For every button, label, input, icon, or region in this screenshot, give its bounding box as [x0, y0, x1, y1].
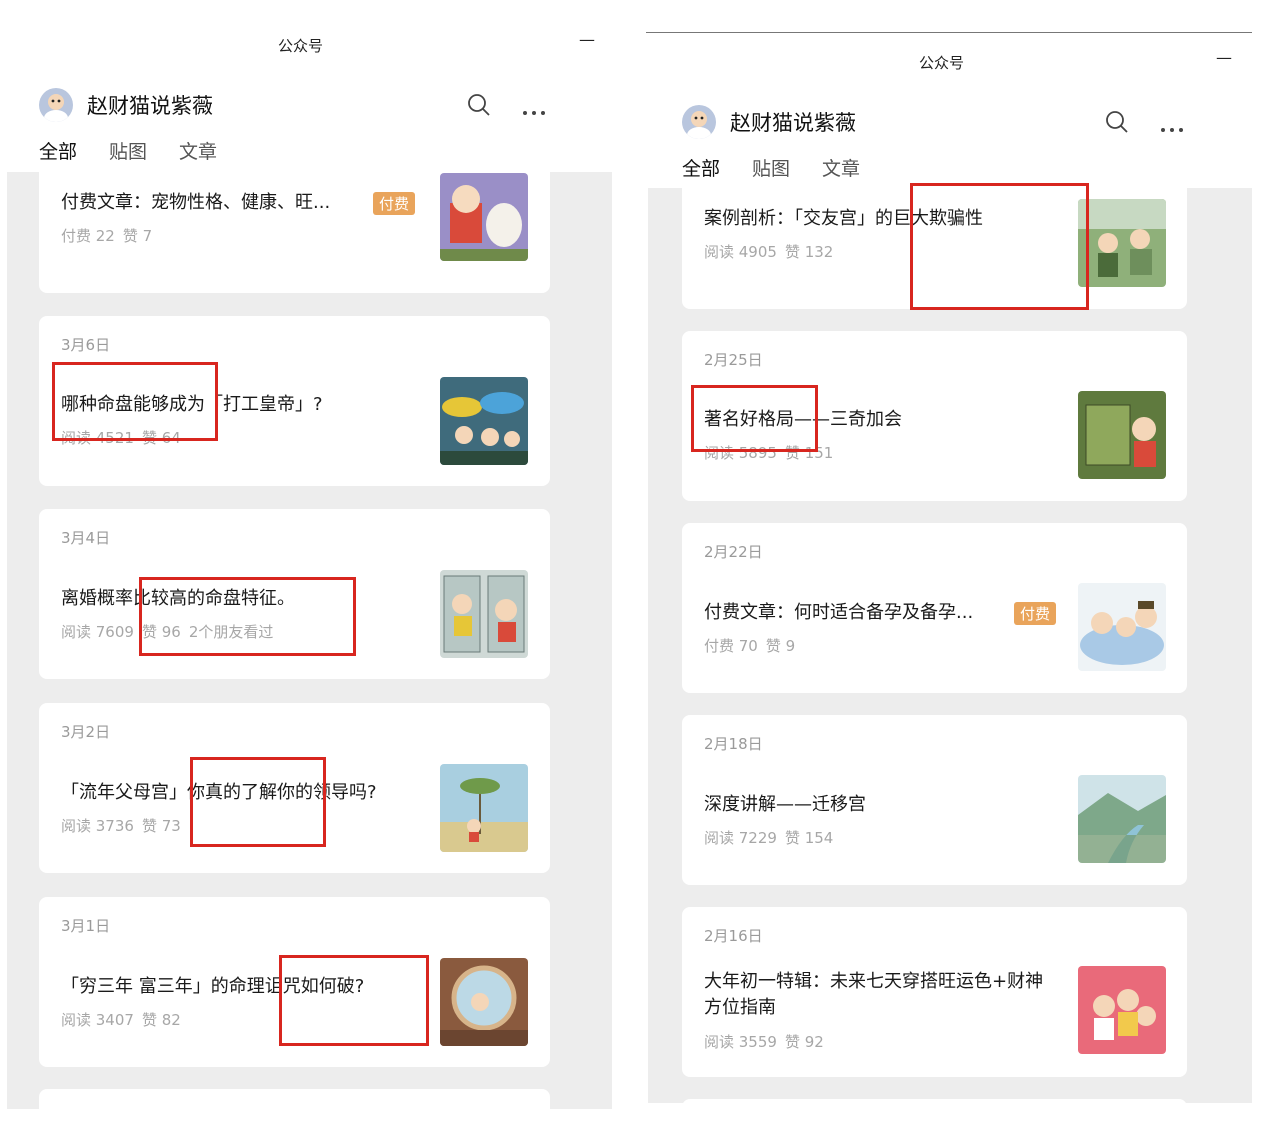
thumbnail-image: [1078, 775, 1166, 863]
article-title: 付费文章：何时适合备孕及备孕...: [704, 602, 974, 623]
thumbnail-image: [440, 958, 528, 1046]
article-card[interactable]: 2月18日 深度讲解——迁移宫 阅读 7229 赞 154: [682, 715, 1187, 885]
window-title: 公众号: [278, 37, 324, 55]
thumbnail-image: [440, 570, 528, 658]
like-count: 赞 154: [784, 829, 834, 847]
article-card[interactable]: 2月22日 付费文章：何时适合备孕及备孕... 付费 付费 70 赞 9: [682, 523, 1187, 693]
article-feed: 案例剖析：「交友宫」的巨大欺骗性 阅读 4905 赞 132 2月25日 著名好格…: [648, 178, 1252, 1121]
article-date: 3月4日: [61, 529, 111, 547]
like-count: 赞 92: [784, 1033, 824, 1051]
article-meta: 付费 22 赞 7: [61, 225, 160, 246]
more-icon[interactable]: [522, 101, 546, 120]
avatar[interactable]: [682, 105, 716, 139]
article-card[interactable]: 付费文章：宠物性格、健康、旺... 付费 付费 22 赞 7: [39, 162, 550, 293]
article-date: 2月25日: [704, 351, 763, 369]
tab-all[interactable]: 全部: [682, 154, 721, 193]
article-title: 大年初一特辑：未来七天穿搭旺运色+财神方位指南: [704, 971, 1044, 1018]
article-date: 2月22日: [704, 543, 763, 561]
like-count: 赞 9: [765, 637, 796, 655]
thumbnail-image: [1078, 199, 1166, 287]
tab-bar: 全部 贴图 文章: [39, 137, 249, 176]
like-count: 赞 132: [784, 243, 834, 261]
highlight-box: [139, 577, 356, 656]
background-window-strip: [646, 0, 1252, 36]
highlight-box: [910, 183, 1089, 310]
tab-images[interactable]: 贴图: [752, 154, 790, 181]
account-header: 赵财猫说紫薇: [682, 105, 856, 139]
minimize-button[interactable]: —: [1216, 48, 1232, 67]
article-meta: 付费 70 赞 9: [704, 635, 803, 656]
search-icon[interactable]: [1105, 110, 1129, 138]
thumbnail-image: [440, 173, 528, 261]
article-meta: 阅读 7229 赞 154: [704, 827, 841, 848]
tab-bar: 全部 贴图 文章: [682, 154, 892, 193]
article-date: 2月16日: [704, 927, 763, 945]
article-title: 付费文章：宠物性格、健康、旺...: [61, 192, 331, 213]
more-icon[interactable]: [1160, 118, 1184, 137]
article-card[interactable]: 2月16日 大年初一特辑：未来七天穿搭旺运色+财神方位指南 阅读 3559 赞 9…: [682, 907, 1187, 1077]
tab-all[interactable]: 全部: [39, 137, 78, 176]
tab-articles[interactable]: 文章: [822, 154, 860, 181]
highlight-box: [691, 385, 818, 452]
like-count: 赞 82: [141, 1011, 181, 1029]
account-name[interactable]: 赵财猫说紫薇: [730, 107, 856, 137]
avatar[interactable]: [39, 88, 73, 122]
left-window: 公众号 — 赵财猫说紫薇 全部 贴图 文章 付费文章：宠物性格、健康、旺... …: [0, 0, 612, 1121]
thumbnail-image: [1078, 966, 1166, 1054]
pay-count: 付费 70: [704, 637, 758, 655]
article-card[interactable]: [39, 1089, 550, 1121]
paid-badge: 付费: [373, 192, 416, 215]
pay-count: 付费 22: [61, 227, 115, 245]
tab-images[interactable]: 贴图: [109, 137, 147, 164]
read-count: 阅读 3407: [61, 1011, 134, 1029]
article-date: 3月1日: [61, 917, 111, 935]
article-meta: 阅读 3559 赞 92: [704, 1031, 832, 1052]
article-title: 深度讲解——迁移宫: [704, 794, 866, 815]
thumbnail-image: [1078, 583, 1166, 671]
account-name[interactable]: 赵财猫说紫薇: [87, 90, 213, 120]
window-title: 公众号: [919, 54, 965, 72]
highlight-box: [190, 757, 326, 847]
read-count: 阅读 3736: [61, 817, 134, 835]
article-meta: 阅读 3736 赞 73: [61, 815, 189, 836]
right-window: 公众号 — 赵财猫说紫薇 全部 贴图 文章 案例剖析：「交友宫」的巨大欺骗性 阅…: [646, 0, 1252, 1121]
article-date: 3月2日: [61, 723, 111, 741]
thumbnail-image: [440, 377, 528, 465]
minimize-button[interactable]: —: [579, 30, 595, 49]
highlight-box: [279, 955, 429, 1046]
article-meta: 阅读 3407 赞 82: [61, 1009, 189, 1030]
paid-badge: 付费: [1014, 602, 1057, 625]
article-meta: 阅读 4905 赞 132: [704, 241, 841, 262]
read-count: 阅读 4905: [704, 243, 777, 261]
read-count: 阅读 7229: [704, 829, 777, 847]
article-date: 3月6日: [61, 336, 111, 354]
read-count: 阅读 3559: [704, 1033, 777, 1051]
article-card[interactable]: [682, 1099, 1187, 1121]
tab-articles[interactable]: 文章: [179, 137, 217, 164]
read-count: 阅读 7609: [61, 623, 134, 641]
thumbnail-image: [440, 764, 528, 852]
like-count: 赞 73: [141, 817, 181, 835]
search-icon[interactable]: [467, 93, 491, 121]
thumbnail-image: [1078, 391, 1166, 479]
highlight-box: [52, 362, 218, 441]
article-date: 2月18日: [704, 735, 763, 753]
account-header: 赵财猫说紫薇: [39, 88, 213, 122]
like-count: 赞 7: [122, 227, 153, 245]
